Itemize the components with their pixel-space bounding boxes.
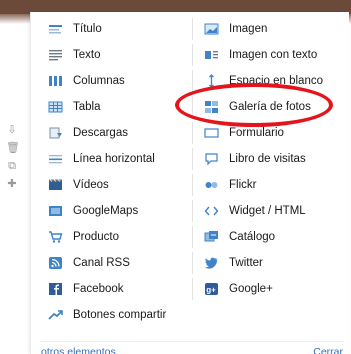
element-row: Botones compartir — [41, 302, 351, 328]
element-option-linea[interactable]: Línea horizontal — [41, 147, 192, 171]
twitter-icon — [204, 256, 219, 270]
horizontal-line-icon — [48, 152, 63, 166]
element-option-tabla[interactable]: Tabla — [41, 95, 192, 119]
download-icon — [48, 126, 63, 140]
element-row: Línea horizontal Libro de visitas — [41, 146, 351, 172]
element-option-label: Botones compartir — [73, 309, 167, 321]
element-option-flickr[interactable]: Flickr — [192, 173, 351, 197]
element-option-videos[interactable]: Vídeos — [41, 173, 192, 197]
add-element-menu: Título Imagen Texto Imagen con texto Columna… — [30, 12, 349, 354]
element-row: Vídeos Flickr — [41, 172, 351, 198]
share-icon — [48, 308, 63, 322]
column-divider — [192, 252, 193, 274]
element-option-titulo[interactable]: Título — [41, 17, 192, 41]
element-option-label: Título — [73, 23, 102, 35]
column-divider — [192, 278, 193, 300]
column-divider — [192, 226, 193, 248]
element-row: GoogleMaps Widget / HTML — [41, 198, 351, 224]
text-icon — [48, 48, 63, 62]
element-option-texto[interactable]: Texto — [41, 43, 192, 67]
image-icon — [204, 22, 219, 36]
left-toolbar: ⇩ 🗑 ⧉ ✚ — [6, 124, 22, 196]
element-row: Producto Catálogo — [41, 224, 351, 250]
element-option-widget[interactable]: Widget / HTML — [192, 199, 351, 223]
column-divider — [192, 122, 193, 144]
element-option-catalogo[interactable]: Catálogo — [192, 225, 351, 249]
columns-icon — [48, 74, 63, 88]
element-option-label: Descargas — [73, 127, 128, 139]
element-grid: Título Imagen Texto Imagen con texto Columna… — [41, 16, 351, 328]
column-divider — [192, 18, 193, 40]
element-option-label: Google+ — [229, 283, 273, 295]
element-option-label: Vídeos — [73, 179, 109, 191]
element-option-label: Facebook — [73, 283, 124, 295]
element-option-imagen-texto[interactable]: Imagen con texto — [192, 43, 351, 67]
element-option-label: Flickr — [229, 179, 257, 191]
code-icon — [204, 204, 219, 218]
page: ⇩ 🗑 ⧉ ✚ Título Imagen Texto Imagen con text… — [0, 0, 351, 354]
element-option-rss[interactable]: Canal RSS — [41, 251, 192, 275]
element-option-label: Imagen con texto — [229, 49, 318, 61]
map-icon — [48, 204, 63, 218]
close-link[interactable]: Cerrar — [313, 346, 343, 354]
column-divider — [192, 174, 193, 196]
element-option-label: Catálogo — [229, 231, 276, 243]
copy-icon[interactable]: ⧉ — [6, 160, 18, 172]
highlight-ring — [175, 83, 333, 127]
google-plus-icon: g+ — [204, 282, 219, 296]
form-icon — [204, 126, 219, 140]
element-row: Descargas Formulario — [41, 120, 351, 146]
element-option-imagen[interactable]: Imagen — [192, 17, 351, 41]
column-divider — [192, 44, 193, 66]
image-with-text-icon — [204, 48, 219, 62]
element-option-producto[interactable]: Producto — [41, 225, 192, 249]
element-option-googlemaps[interactable]: GoogleMaps — [41, 199, 192, 223]
guestbook-icon — [204, 152, 219, 166]
element-option-label: Libro de visitas — [229, 153, 306, 165]
add-icon[interactable]: ✚ — [6, 178, 18, 190]
element-option-twitter[interactable]: Twitter — [192, 251, 351, 275]
flickr-icon — [204, 178, 219, 192]
column-divider — [192, 200, 193, 222]
trash-icon[interactable]: 🗑 — [6, 142, 20, 154]
element-row: Texto Imagen con texto — [41, 42, 351, 68]
element-option-compartir[interactable]: Botones compartir — [41, 303, 192, 327]
element-option-columnas[interactable]: Columnas — [41, 69, 192, 93]
element-option-label: Texto — [73, 49, 101, 61]
more-elements-link[interactable]: otros elementos — [41, 346, 116, 354]
title-icon — [48, 22, 63, 36]
element-row: Canal RSS Twitter — [41, 250, 351, 276]
column-divider — [192, 148, 193, 170]
element-row: Facebook g+ Google+ — [41, 276, 351, 302]
video-icon — [48, 178, 63, 192]
element-option-label: Línea horizontal — [73, 153, 155, 165]
element-option-libro[interactable]: Libro de visitas — [192, 147, 351, 171]
element-option-label: GoogleMaps — [73, 205, 139, 217]
element-option-label: Columnas — [73, 75, 125, 87]
element-option-descargas[interactable]: Descargas — [41, 121, 192, 145]
element-row: Título Imagen — [41, 16, 351, 42]
element-option-label: Tabla — [73, 101, 101, 113]
move-down-icon[interactable]: ⇩ — [6, 124, 18, 136]
element-option-label: Formulario — [229, 127, 284, 139]
facebook-icon — [48, 282, 63, 296]
rss-icon — [48, 256, 63, 270]
element-option-label: Imagen — [229, 23, 268, 35]
element-option-label: Canal RSS — [73, 257, 130, 269]
menu-footer: otros elementos Cerrar — [41, 341, 343, 354]
element-option-label: Widget / HTML — [229, 205, 306, 217]
shopping-cart-icon — [48, 230, 63, 244]
table-icon — [48, 100, 63, 114]
svg-text:g+: g+ — [206, 286, 216, 295]
element-option-facebook[interactable]: Facebook — [41, 277, 192, 301]
column-divider — [192, 70, 193, 92]
element-option-label: Twitter — [229, 257, 263, 269]
catalog-icon — [204, 230, 219, 244]
element-option-label: Producto — [73, 231, 120, 243]
element-option-googleplus[interactable]: g+ Google+ — [192, 277, 351, 301]
